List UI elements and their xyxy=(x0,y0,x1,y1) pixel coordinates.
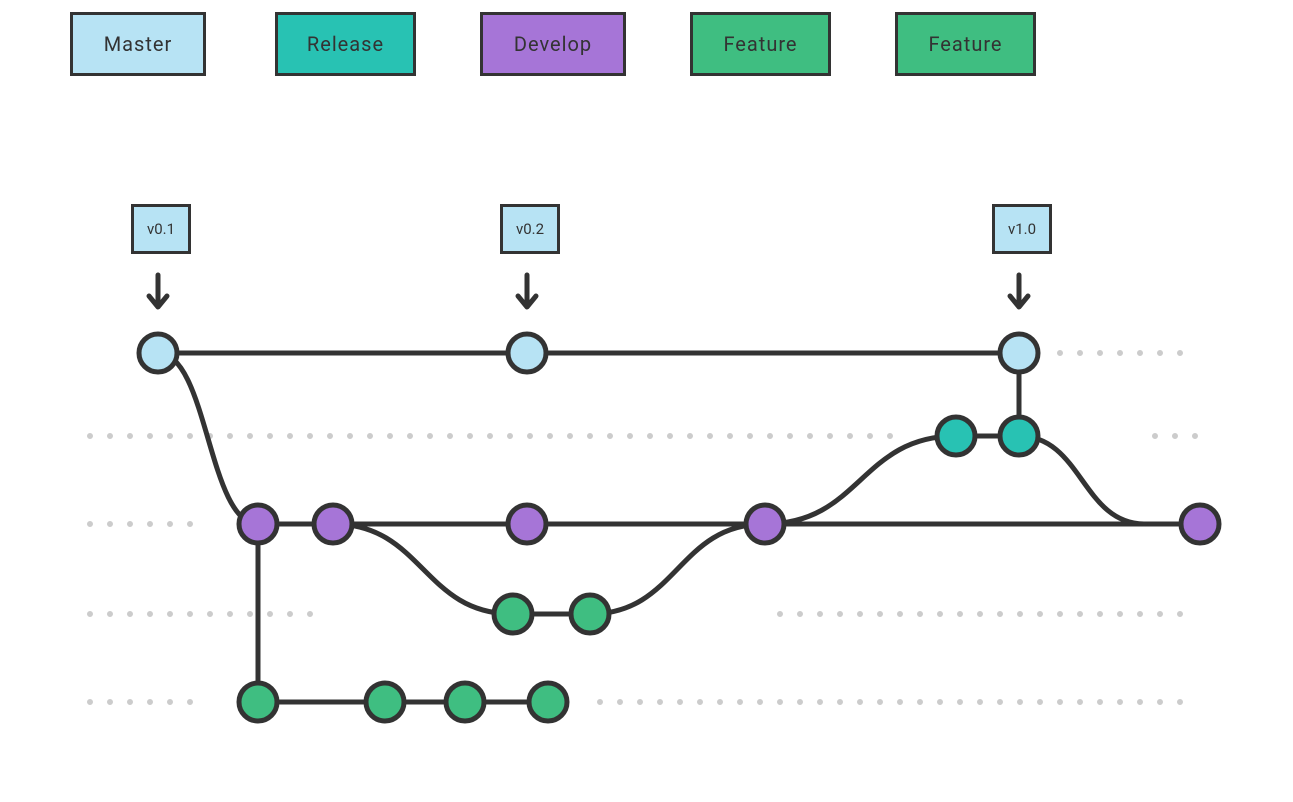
edge xyxy=(765,436,956,524)
commit-node-release xyxy=(1000,417,1038,455)
diagram-svg xyxy=(0,0,1293,802)
commit-node-feature xyxy=(446,683,484,721)
commit-node-feature xyxy=(494,595,532,633)
commit-node-feature xyxy=(529,683,567,721)
commit-node-feature xyxy=(239,683,277,721)
commit-node-master xyxy=(508,334,546,372)
git-flow-diagram: Master Release Develop Feature Feature v… xyxy=(0,0,1293,802)
commit-node-release xyxy=(937,417,975,455)
edge xyxy=(590,524,765,614)
commit-nodes xyxy=(139,334,1219,721)
commit-node-feature xyxy=(571,595,609,633)
edge xyxy=(158,353,258,524)
commit-node-develop xyxy=(314,505,352,543)
commit-node-feature xyxy=(366,683,404,721)
commit-node-master xyxy=(1000,334,1038,372)
commit-node-develop xyxy=(508,505,546,543)
commit-node-develop xyxy=(1181,505,1219,543)
edge xyxy=(333,524,513,614)
edge xyxy=(1019,436,1145,524)
commit-node-master xyxy=(139,334,177,372)
commit-node-develop xyxy=(746,505,784,543)
commit-node-develop xyxy=(239,505,277,543)
